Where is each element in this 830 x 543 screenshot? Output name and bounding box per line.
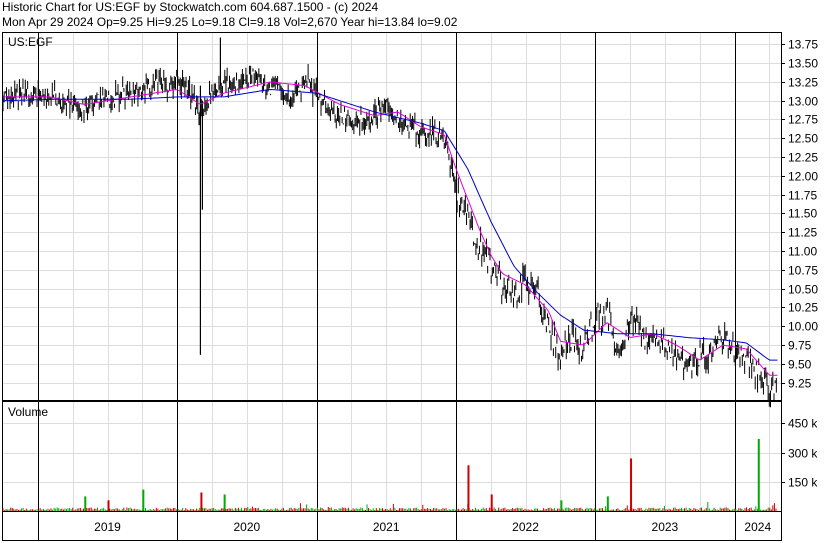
volume-panel-frame (2, 401, 782, 512)
price-tick-label: 9.50 (788, 358, 812, 372)
price-tick-label: 10.25 (788, 301, 818, 315)
price-tick-label: 12.50 (788, 132, 818, 146)
price-tick-label: 11.50 (788, 207, 817, 221)
volume-bars (2, 438, 777, 511)
price-bars (2, 37, 777, 408)
price-tick-label: 9.75 (788, 339, 812, 353)
volume-tick-label: 300 k (788, 447, 818, 461)
year-label: 2022 (512, 520, 539, 534)
price-tick-label: 10.00 (788, 320, 818, 334)
price-tick-label: 10.50 (788, 283, 818, 297)
price-tick-label: 11.25 (788, 226, 817, 240)
price-panel-title: US:EGF (8, 35, 53, 49)
price-tick-label: 10.75 (788, 264, 818, 278)
year-label: 2020 (233, 520, 260, 534)
year-label: 2024 (744, 520, 771, 534)
price-tick-label: 13.00 (788, 95, 818, 109)
year-label: 2021 (373, 520, 400, 534)
price-tick-label: 12.25 (788, 151, 818, 165)
chart-root: Historic Chart for US:EGF by Stockwatch.… (0, 0, 830, 543)
price-tick-label: 12.00 (788, 170, 818, 184)
moving-average-long (2, 88, 778, 361)
volume-tick-label: 450 k (788, 417, 818, 431)
stock-chart: 13.75 13.50 13.25 13.00 12.75 12.50 12.25 12.00… (2, 32, 818, 541)
price-tick-label: 13.75 (788, 38, 818, 52)
price-tick-label: 12.75 (788, 113, 818, 127)
price-tick-label: 13.50 (788, 57, 818, 71)
price-tick-label: 11.00 (788, 245, 817, 259)
volume-axis: 450 k 300 k 150 k (781, 417, 818, 490)
price-tick-label: 11.75 (788, 189, 817, 203)
price-tick-label: 9.25 (788, 377, 812, 391)
year-label: 2023 (652, 520, 679, 534)
volume-panel-title: Volume (8, 405, 48, 419)
grid-lines (3, 33, 781, 540)
volume-tick-label: 150 k (788, 476, 818, 490)
year-label: 2019 (94, 520, 121, 534)
price-tick-label: 13.25 (788, 76, 818, 90)
date-axis: 2019 2020 2021 2022 2023 2024 (94, 520, 771, 534)
price-axis: 13.75 13.50 13.25 13.00 12.75 12.50 12.25 12.00… (781, 38, 818, 391)
